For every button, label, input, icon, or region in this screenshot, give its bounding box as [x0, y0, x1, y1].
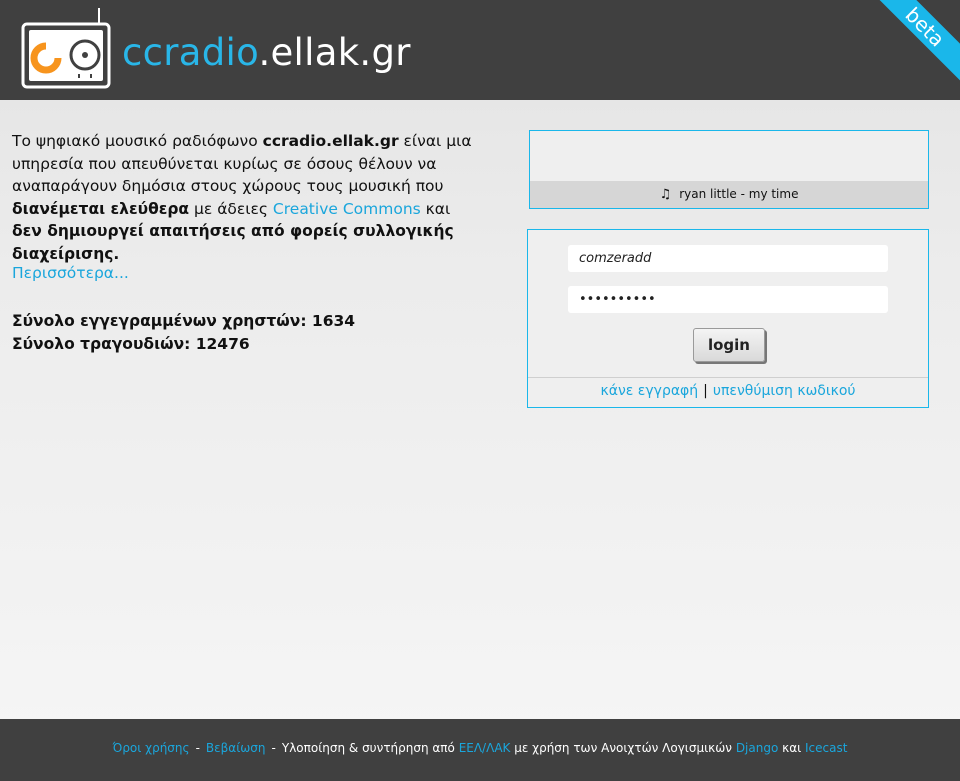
beta-ribbon: beta: [862, 0, 960, 90]
intro-bold-site: ccradio.ellak.gr: [262, 132, 399, 150]
site-title-domain: .ellak.gr: [258, 31, 411, 74]
footer-text-2: με χρήση των Ανοιχτών Λογισμικών: [510, 741, 736, 755]
password-input[interactable]: [568, 286, 888, 313]
intro-bold-no-fees: δεν δημιουργεί απαιτήσεις από φορείς συλ…: [12, 222, 454, 263]
footer-text-3: και: [778, 741, 805, 755]
songs-count: Σύνολο τραγουδιών: 12476: [12, 334, 250, 353]
eellak-link[interactable]: ΕΕΛ/ΛΑΚ: [459, 741, 511, 755]
more-info-link[interactable]: Περισσότερα...: [12, 264, 129, 282]
site-title[interactable]: ccradio.ellak.gr: [122, 34, 411, 71]
site-stats: Σύνολο εγγεγραμμένων χρηστών: 1634 Σύνολ…: [12, 310, 355, 355]
login-form: login κάνε εγγραφή | υπενθύμιση κωδικού: [527, 229, 929, 408]
terms-of-use-link[interactable]: Όροι χρήσης: [113, 741, 190, 755]
login-links: κάνε εγγραφή | υπενθύμιση κωδικού: [528, 383, 928, 399]
certification-link[interactable]: Βεβαίωση: [206, 741, 266, 755]
footer-text-1: Υλοποίηση & συντήρηση από: [281, 741, 459, 755]
radio-logo-icon[interactable]: [21, 8, 111, 90]
intro-bold-free: διανέμεται ελεύθερα: [12, 199, 190, 218]
intro-text-1: Το ψηφιακό μουσικό ραδιόφωνο: [12, 132, 263, 150]
password-reminder-link[interactable]: υπενθύμιση κωδικού: [713, 383, 856, 399]
intro-text-4: και: [420, 199, 451, 218]
intro-paragraph: Το ψηφιακό μουσικό ραδιόφωνο ccradio.ell…: [12, 130, 482, 265]
login-button[interactable]: login: [693, 328, 765, 362]
username-input[interactable]: [568, 245, 888, 272]
intro-text-3: με άδειες: [189, 199, 273, 218]
creative-commons-link[interactable]: Creative Commons: [273, 200, 421, 218]
registered-users-count: Σύνολο εγγεγραμμένων χρηστών: 1634: [12, 312, 356, 330]
music-note-icon: ♫: [659, 187, 672, 202]
site-title-ccradio: ccradio: [122, 31, 259, 74]
footer-dash-1: -: [195, 741, 200, 755]
login-divider: [528, 377, 928, 378]
django-link[interactable]: Django: [736, 741, 779, 755]
register-link[interactable]: κάνε εγγραφή: [600, 383, 698, 399]
footer-dash-2: -: [271, 741, 276, 755]
now-playing-bar: ♫ ryan little - my time: [530, 181, 928, 208]
link-separator: |: [703, 383, 708, 399]
now-playing-track: ryan little - my time: [679, 187, 799, 201]
audio-player[interactable]: ♫ ryan little - my time: [529, 130, 929, 209]
site-header: ccradio.ellak.gr beta: [0, 0, 960, 100]
icecast-link[interactable]: Icecast: [805, 741, 847, 755]
site-footer: Όροι χρήσης - Βεβαίωση - Υλοποίηση & συντήρη…: [0, 719, 960, 781]
